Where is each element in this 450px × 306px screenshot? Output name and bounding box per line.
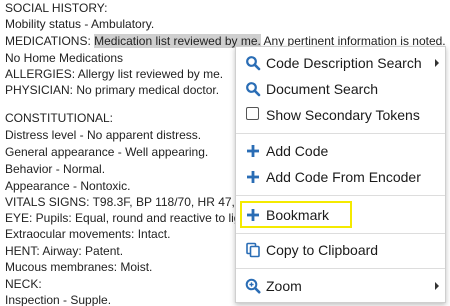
- search-icon: [245, 55, 261, 71]
- menu-item-code-description-search[interactable]: Code Description Search: [236, 50, 445, 76]
- menu-item-add-code[interactable]: Add Code: [236, 138, 445, 164]
- menu-item-label: Show Secondary Tokens: [266, 107, 420, 123]
- menu-item-label: Bookmark: [266, 207, 330, 223]
- note-line: Distress level - No apparent distress.: [5, 128, 202, 142]
- section-heading-social-history: SOCIAL HISTORY:: [5, 1, 108, 15]
- medications-label: MEDICATIONS:: [5, 34, 95, 48]
- note-line: Mobility status - Ambulatory.: [5, 17, 155, 31]
- menu-item-copy-to-clipboard[interactable]: Copy to Clipboard: [236, 237, 445, 263]
- search-icon: [245, 81, 261, 97]
- zoom-icon: [245, 278, 261, 294]
- submenu-arrow-icon: [435, 59, 439, 67]
- menu-item-label: Add Code: [266, 143, 329, 159]
- menu-item-label: Add Code From Encoder: [266, 169, 421, 185]
- plus-icon: [245, 207, 261, 223]
- menu-item-show-secondary-tokens[interactable]: Show Secondary Tokens: [236, 102, 445, 128]
- note-line: General appearance - Well appearing.: [5, 145, 209, 159]
- note-line: EYE: Pupils: Equal, round and reactive t…: [5, 211, 254, 225]
- menu-separator: [236, 133, 445, 134]
- menu-item-bookmark[interactable]: Bookmark: [236, 202, 445, 228]
- note-line: Extraocular movements: Intact.: [5, 227, 171, 241]
- plus-icon: [245, 143, 261, 159]
- menu-item-label: Copy to Clipboard: [266, 242, 379, 258]
- menu-item-add-code-from-encoder[interactable]: Add Code From Encoder: [236, 164, 445, 190]
- menu-item-document-search[interactable]: Document Search: [236, 76, 445, 102]
- section-heading-neck: NECK:: [5, 277, 42, 291]
- note-line: VITALS SIGNS: T98.3F, BP 118/70, HR 47, …: [5, 195, 256, 209]
- menu-separator: [236, 233, 445, 234]
- note-line: PHYSICIAN: No primary medical doctor.: [5, 83, 220, 97]
- submenu-arrow-icon: [435, 282, 439, 290]
- menu-separator: [236, 268, 445, 269]
- note-line: Appearance - Nontoxic.: [5, 179, 131, 193]
- section-heading-constitutional: CONSTITUTIONAL:: [5, 111, 114, 125]
- copy-icon: [245, 242, 261, 258]
- note-line: Behavior - Normal.: [5, 162, 106, 176]
- menu-separator: [236, 195, 445, 196]
- note-line: No Home Medications: [5, 51, 124, 65]
- menu-item-zoom[interactable]: Zoom: [236, 273, 445, 299]
- context-menu: Code Description Search Document Search …: [235, 46, 446, 303]
- menu-item-label: Zoom: [266, 278, 302, 294]
- menu-item-label: Document Search: [266, 81, 379, 97]
- note-line: Mucous membranes: Moist.: [5, 260, 153, 274]
- checkbox-icon[interactable]: [246, 107, 259, 120]
- note-line: ALLERGIES: Allergy list reviewed by me.: [5, 67, 224, 81]
- note-line: HENT: Airway: Patent.: [5, 244, 124, 258]
- menu-item-label: Code Description Search: [266, 55, 422, 71]
- note-line: Inspection - Supple.: [5, 293, 112, 306]
- plus-icon: [245, 169, 261, 185]
